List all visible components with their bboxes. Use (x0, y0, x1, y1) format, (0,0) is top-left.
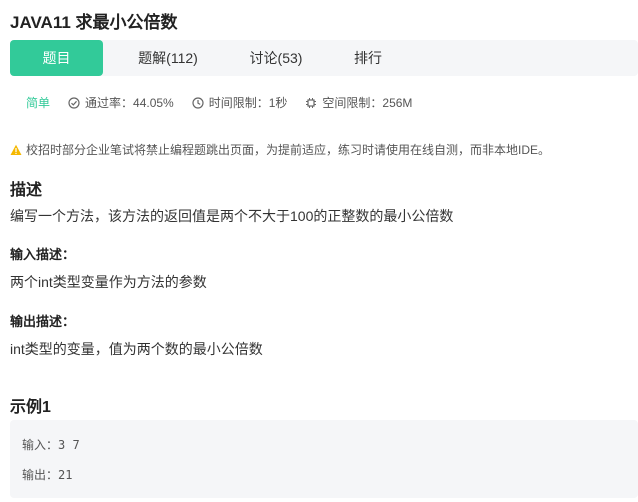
example-input: 输入：3 7 (22, 438, 80, 452)
tab-bar: 题目 题解(112) 讨论(53) 排行 (10, 40, 638, 76)
chip-icon (306, 97, 317, 108)
warning-icon (10, 144, 22, 155)
time-limit: 时间限制：1秒 (192, 94, 288, 111)
tab-problem[interactable]: 题目 (10, 40, 103, 76)
example-output: 输出：21 (22, 468, 73, 482)
input-desc-heading: 输入描述： (10, 247, 76, 262)
output-desc-heading: 输出描述： (10, 314, 76, 329)
input-desc-text: 两个int类型变量作为方法的参数 (10, 274, 207, 290)
check-circle-icon (68, 96, 80, 109)
notice-banner: 校招时部分企业笔试将禁止编程题跳出页面，为提前适应，练习时请使用在线自测，而非本… (10, 141, 550, 158)
tab-solutions[interactable]: 题解(112) (120, 40, 216, 76)
clock-icon (192, 96, 204, 109)
description-text: 编写一个方法，该方法的返回值是两个不大于100的正整数的最小公倍数 (10, 208, 454, 224)
space-limit-text: 空间限制：256M (322, 96, 413, 110)
description-heading: 描述 (10, 182, 43, 199)
tab-ranking[interactable]: 排行 (320, 40, 416, 76)
example-heading: 示例1 (10, 399, 51, 416)
pass-rate-text: 通过率：44.05% (85, 96, 174, 110)
notice-text: 校招时部分企业笔试将禁止编程题跳出页面，为提前适应，练习时请使用在线自测，而非本… (26, 143, 551, 157)
difficulty-badge: 简单 (26, 96, 51, 110)
pass-rate: 通过率：44.05% (68, 94, 174, 111)
tab-discussion[interactable]: 讨论(53) (228, 40, 324, 76)
page-title: JAVA11 求最小公倍数 (10, 13, 178, 32)
problem-meta: 简单 通过率：44.05% 时间限制：1秒 空间限制：256M (26, 94, 430, 111)
output-desc-text: int类型的变量，值为两个数的最小公倍数 (10, 341, 263, 357)
space-limit: 空间限制：256M (305, 94, 412, 111)
time-limit-text: 时间限制：1秒 (208, 96, 288, 110)
example-box: 输入：3 7 输出：21 (10, 420, 638, 498)
